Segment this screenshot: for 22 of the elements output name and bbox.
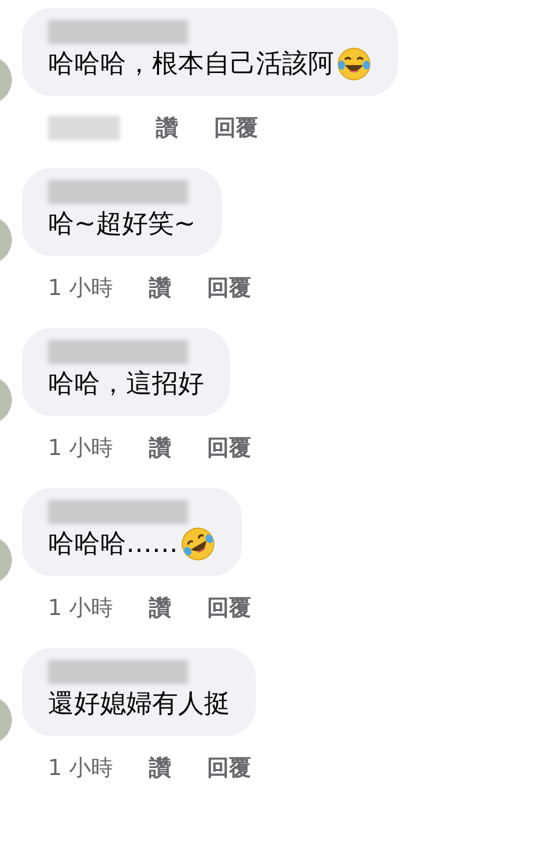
reply-link[interactable]: 回覆: [214, 112, 258, 144]
blurred-time: [48, 116, 120, 140]
comment-time: 1 小時: [48, 434, 113, 462]
comment-time: 1 小時: [48, 274, 113, 302]
laughing-face-icon: [180, 526, 216, 562]
comment-text: 哈~超好笑~: [48, 208, 196, 241]
comment-text: 哈哈哈……: [48, 528, 178, 561]
reply-link[interactable]: 回覆: [207, 752, 251, 784]
like-link[interactable]: 讚: [156, 112, 178, 144]
comment-text: 還好媳婦有人挺: [48, 688, 230, 721]
reply-link[interactable]: 回覆: [207, 432, 251, 464]
comment-text: 哈哈，這招好: [48, 368, 204, 401]
comment-time: 1 小時: [48, 754, 113, 782]
laughing-face-icon: [336, 46, 372, 82]
like-link[interactable]: 讚: [149, 432, 171, 464]
like-link[interactable]: 讚: [149, 272, 171, 304]
reply-link[interactable]: 回覆: [207, 272, 251, 304]
reply-link[interactable]: 回覆: [207, 592, 251, 624]
like-link[interactable]: 讚: [149, 592, 171, 624]
comment-text: 哈哈哈，根本自己活該阿: [48, 48, 334, 81]
comment-time: 1 小時: [48, 594, 113, 622]
like-link[interactable]: 讚: [149, 752, 171, 784]
